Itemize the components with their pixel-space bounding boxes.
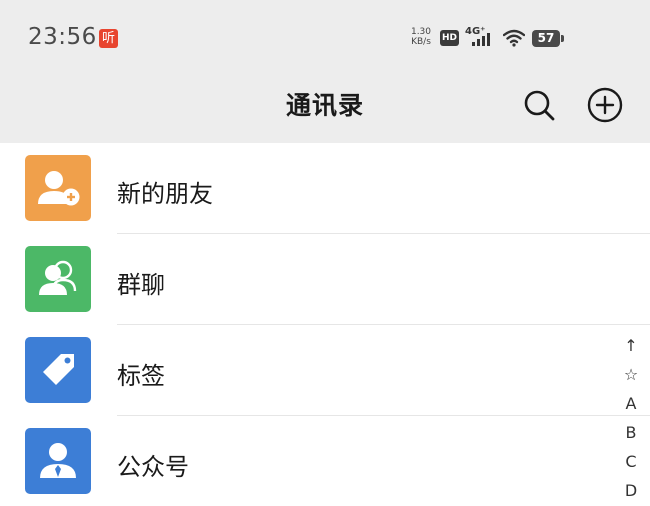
- list-item-new-friends[interactable]: 新的朋友: [0, 143, 610, 233]
- list-item-label: 群聊: [117, 271, 165, 299]
- index-letter-b[interactable]: B: [618, 418, 644, 447]
- list-item-label: 公众号: [117, 453, 189, 481]
- group-chat-icon: [25, 246, 91, 312]
- list-item-label: 标签: [117, 362, 165, 390]
- battery-level: 57: [532, 30, 560, 47]
- index-letter-a[interactable]: A: [618, 389, 644, 418]
- network-speed: 1.30 KB/s: [408, 27, 434, 47]
- network-speed-value: 1.30: [410, 27, 432, 37]
- add-button[interactable]: [586, 86, 624, 124]
- network-speed-unit: KB/s: [411, 37, 431, 47]
- hd-badge: HD: [440, 30, 459, 46]
- index-up-arrow[interactable]: ↑: [618, 331, 644, 360]
- list-item-group-chats[interactable]: 群聊: [0, 234, 610, 324]
- search-button[interactable]: [521, 87, 557, 123]
- signal-icon: [472, 33, 490, 46]
- add-friend-icon: [25, 155, 91, 221]
- list-item-label: 新的朋友: [117, 180, 213, 208]
- list-item-tags[interactable]: 标签: [0, 325, 610, 415]
- plus-circle-icon: [587, 87, 623, 123]
- tag-icon: [25, 337, 91, 403]
- wifi-icon: [503, 29, 525, 47]
- header-bar: 23:56 听 1.30 KB/s HD 4G⁺ 57 通讯录: [0, 0, 650, 143]
- index-letter-d[interactable]: D: [618, 476, 644, 505]
- listen-app-icon: 听: [99, 29, 118, 48]
- battery-tip: [561, 35, 564, 42]
- status-time: 23:56: [28, 24, 97, 50]
- index-letter-c[interactable]: C: [618, 447, 644, 476]
- index-star[interactable]: ☆: [618, 360, 644, 389]
- official-account-icon: [25, 428, 91, 494]
- alphabet-index[interactable]: ↑ ☆ A B C D: [618, 331, 644, 505]
- search-icon: [524, 90, 555, 121]
